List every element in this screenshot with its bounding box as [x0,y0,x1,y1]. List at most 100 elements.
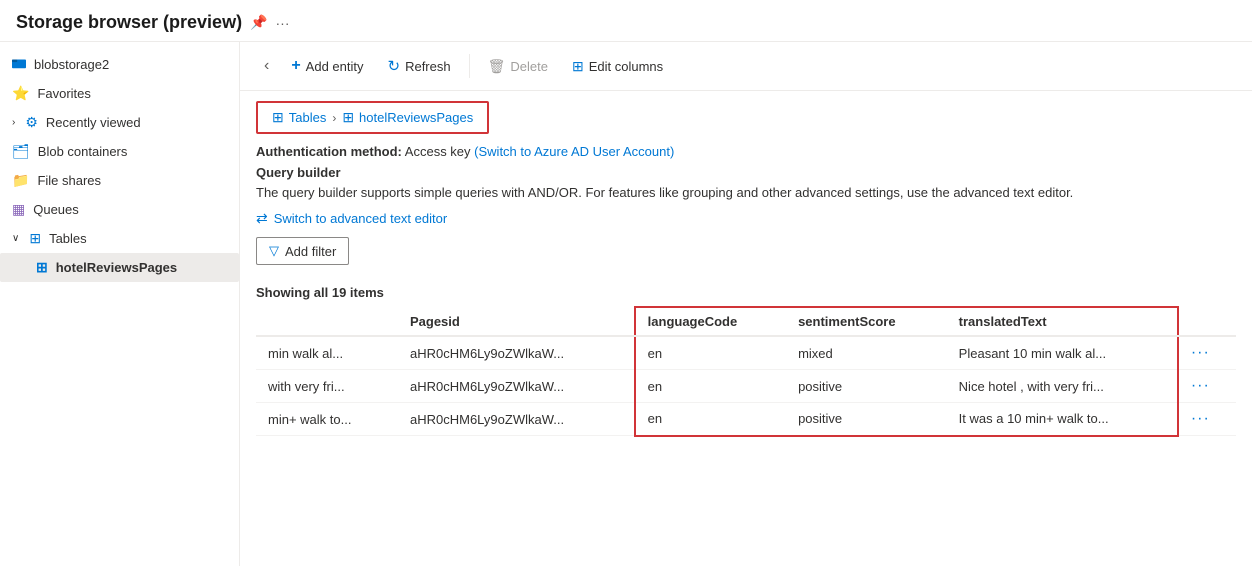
edit-columns-icon: ⊞ [572,58,584,75]
row-more-button-1[interactable]: ··· [1191,377,1210,394]
add-entity-icon: + [291,57,300,75]
chevron-right-icon: › [12,117,15,128]
add-entity-label: Add entity [306,59,364,74]
breadcrumb-hotelreviews-label: hotelReviewsPages [359,110,473,125]
table-icon-child: ⊞ [36,259,48,276]
cell-partitionkey-2: min+ walk to... [256,403,398,436]
col-header-languagecode[interactable]: languageCode [635,307,786,336]
breadcrumb-tables-label: Tables [289,110,327,125]
edit-columns-button[interactable]: ⊞ Edit columns [562,53,673,80]
sidebar: blobstorage2 ⭐ Favorites › ⚙ Recently vi… [0,42,240,566]
breadcrumb-separator: › [332,111,336,125]
cell-pagesid-2: aHR0cHM6Ly9oZWlkaW... [398,403,635,436]
sidebar-item-tables[interactable]: ∨ ⊞ Tables [0,224,239,253]
col-header-sentimentscore[interactable]: sentimentScore [786,307,947,336]
sidebar-label-hotelreviews: hotelReviewsPages [56,260,177,275]
main-layout: blobstorage2 ⭐ Favorites › ⚙ Recently vi… [0,42,1252,566]
sidebar-item-blob-containers[interactable]: 🗂 Blob containers [0,137,239,166]
cell-sentimentscore-0: mixed [786,336,947,370]
refresh-icon: ↻ [388,57,401,75]
switch-editor-link[interactable]: ⇄ Switch to advanced text editor [256,210,1236,227]
sidebar-label-favorites: Favorites [37,86,90,101]
filter-icon: ▽ [269,243,279,259]
cell-actions-0[interactable]: ··· [1178,336,1236,370]
breadcrumb-hotelreviews-icon: ⊞ [342,109,354,126]
row-more-button-0[interactable]: ··· [1191,344,1210,361]
cell-sentimentscore-2: positive [786,403,947,436]
row-more-button-2[interactable]: ··· [1191,410,1210,427]
query-builder-label: Query builder [256,165,1236,180]
query-description: The query builder supports simple querie… [256,184,1236,202]
cell-sentimentscore-1: positive [786,370,947,403]
page-title: Storage browser (preview) [16,12,242,33]
queue-icon: ▦ [12,201,25,218]
add-entity-button[interactable]: + Add entity [281,52,373,80]
cell-languagecode-0: en [635,336,786,370]
sidebar-label-file-shares: File shares [37,173,101,188]
cell-partitionkey-1: with very fri... [256,370,398,403]
cell-pagesid-0: aHR0cHM6Ly9oZWlkaW... [398,336,635,370]
edit-columns-label: Edit columns [589,59,663,74]
star-icon: ⭐ [12,85,29,102]
sidebar-item-file-shares[interactable]: 📁 File shares [0,166,239,195]
folder-icon [12,56,26,73]
table-header-row: Pagesid languageCode sentimentScore tran… [256,307,1236,336]
data-table: Pagesid languageCode sentimentScore tran… [256,306,1236,437]
auth-value: Access key [405,144,471,159]
cell-translatedtext-0: Pleasant 10 min walk al... [947,336,1178,370]
switch-editor-label: Switch to advanced text editor [274,211,447,226]
table-icon: ⊞ [29,230,41,247]
sidebar-item-hotelreviews[interactable]: ⊞ hotelReviewsPages [0,253,239,282]
collapse-sidebar-button[interactable]: ‹ [256,53,277,79]
cell-languagecode-2: en [635,403,786,436]
showing-text: Showing all 19 items [240,279,1252,306]
add-filter-button[interactable]: ▽ Add filter [256,237,349,265]
cell-actions-1[interactable]: ··· [1178,370,1236,403]
breadcrumb-tables-icon: ⊞ [272,109,284,126]
toolbar: ‹ + Add entity ↻ Refresh 🗑 Delete ⊞ Edit… [240,42,1252,91]
delete-icon: 🗑 [488,58,506,75]
chevron-down-icon: ∨ [12,233,19,244]
auth-switch-link[interactable]: (Switch to Azure AD User Account) [474,144,674,159]
delete-label: Delete [510,59,548,74]
more-icon[interactable]: ··· [276,15,290,31]
col-header-partitionkey[interactable] [256,307,398,336]
switch-editor-icon: ⇄ [256,210,268,227]
cell-actions-2[interactable]: ··· [1178,403,1236,436]
blob-icon: 🗂 [12,143,30,160]
top-bar: Storage browser (preview) 📌 ··· [0,0,1252,42]
table-row: min+ walk to... aHR0cHM6Ly9oZWlkaW... en… [256,403,1236,436]
sidebar-label-blobstorage2: blobstorage2 [34,57,109,72]
cell-translatedtext-1: Nice hotel , with very fri... [947,370,1178,403]
sidebar-item-recently-viewed[interactable]: › ⚙ Recently viewed [0,108,239,137]
cell-partitionkey-0: min walk al... [256,336,398,370]
refresh-button[interactable]: ↻ Refresh [378,52,461,80]
sidebar-item-favorites[interactable]: ⭐ Favorites [0,79,239,108]
breadcrumb: ⊞ Tables › ⊞ hotelReviewsPages [256,101,489,134]
sidebar-label-tables: Tables [49,231,87,246]
auth-label: Authentication method: [256,144,402,159]
cell-pagesid-1: aHR0cHM6Ly9oZWlkaW... [398,370,635,403]
table-row: min walk al... aHR0cHM6Ly9oZWlkaW... en … [256,336,1236,370]
table-wrapper: Pagesid languageCode sentimentScore tran… [256,306,1236,437]
table-row: with very fri... aHR0cHM6Ly9oZWlkaW... e… [256,370,1236,403]
cell-languagecode-1: en [635,370,786,403]
add-filter-label: Add filter [285,244,336,259]
sidebar-label-blob-containers: Blob containers [38,144,128,159]
delete-button[interactable]: 🗑 Delete [478,53,558,80]
sidebar-item-blobstorage2[interactable]: blobstorage2 [0,50,239,79]
cell-translatedtext-2: It was a 10 min+ walk to... [947,403,1178,436]
breadcrumb-hotelreviews[interactable]: ⊞ hotelReviewsPages [342,109,473,126]
sidebar-item-queues[interactable]: ▦ Queues [0,195,239,224]
auth-line: Authentication method: Access key (Switc… [256,144,1236,159]
fileshare-icon: 📁 [12,172,29,189]
breadcrumb-tables[interactable]: ⊞ Tables [272,109,326,126]
info-section: Authentication method: Access key (Switc… [240,134,1252,279]
col-header-pagesid[interactable]: Pagesid [398,307,635,336]
gear-icon: ⚙ [25,114,38,131]
col-header-actions [1178,307,1236,336]
sidebar-label-queues: Queues [33,202,79,217]
col-header-translatedtext[interactable]: translatedText [947,307,1178,336]
refresh-label: Refresh [405,59,451,74]
pin-icon[interactable]: 📌 [250,14,267,31]
